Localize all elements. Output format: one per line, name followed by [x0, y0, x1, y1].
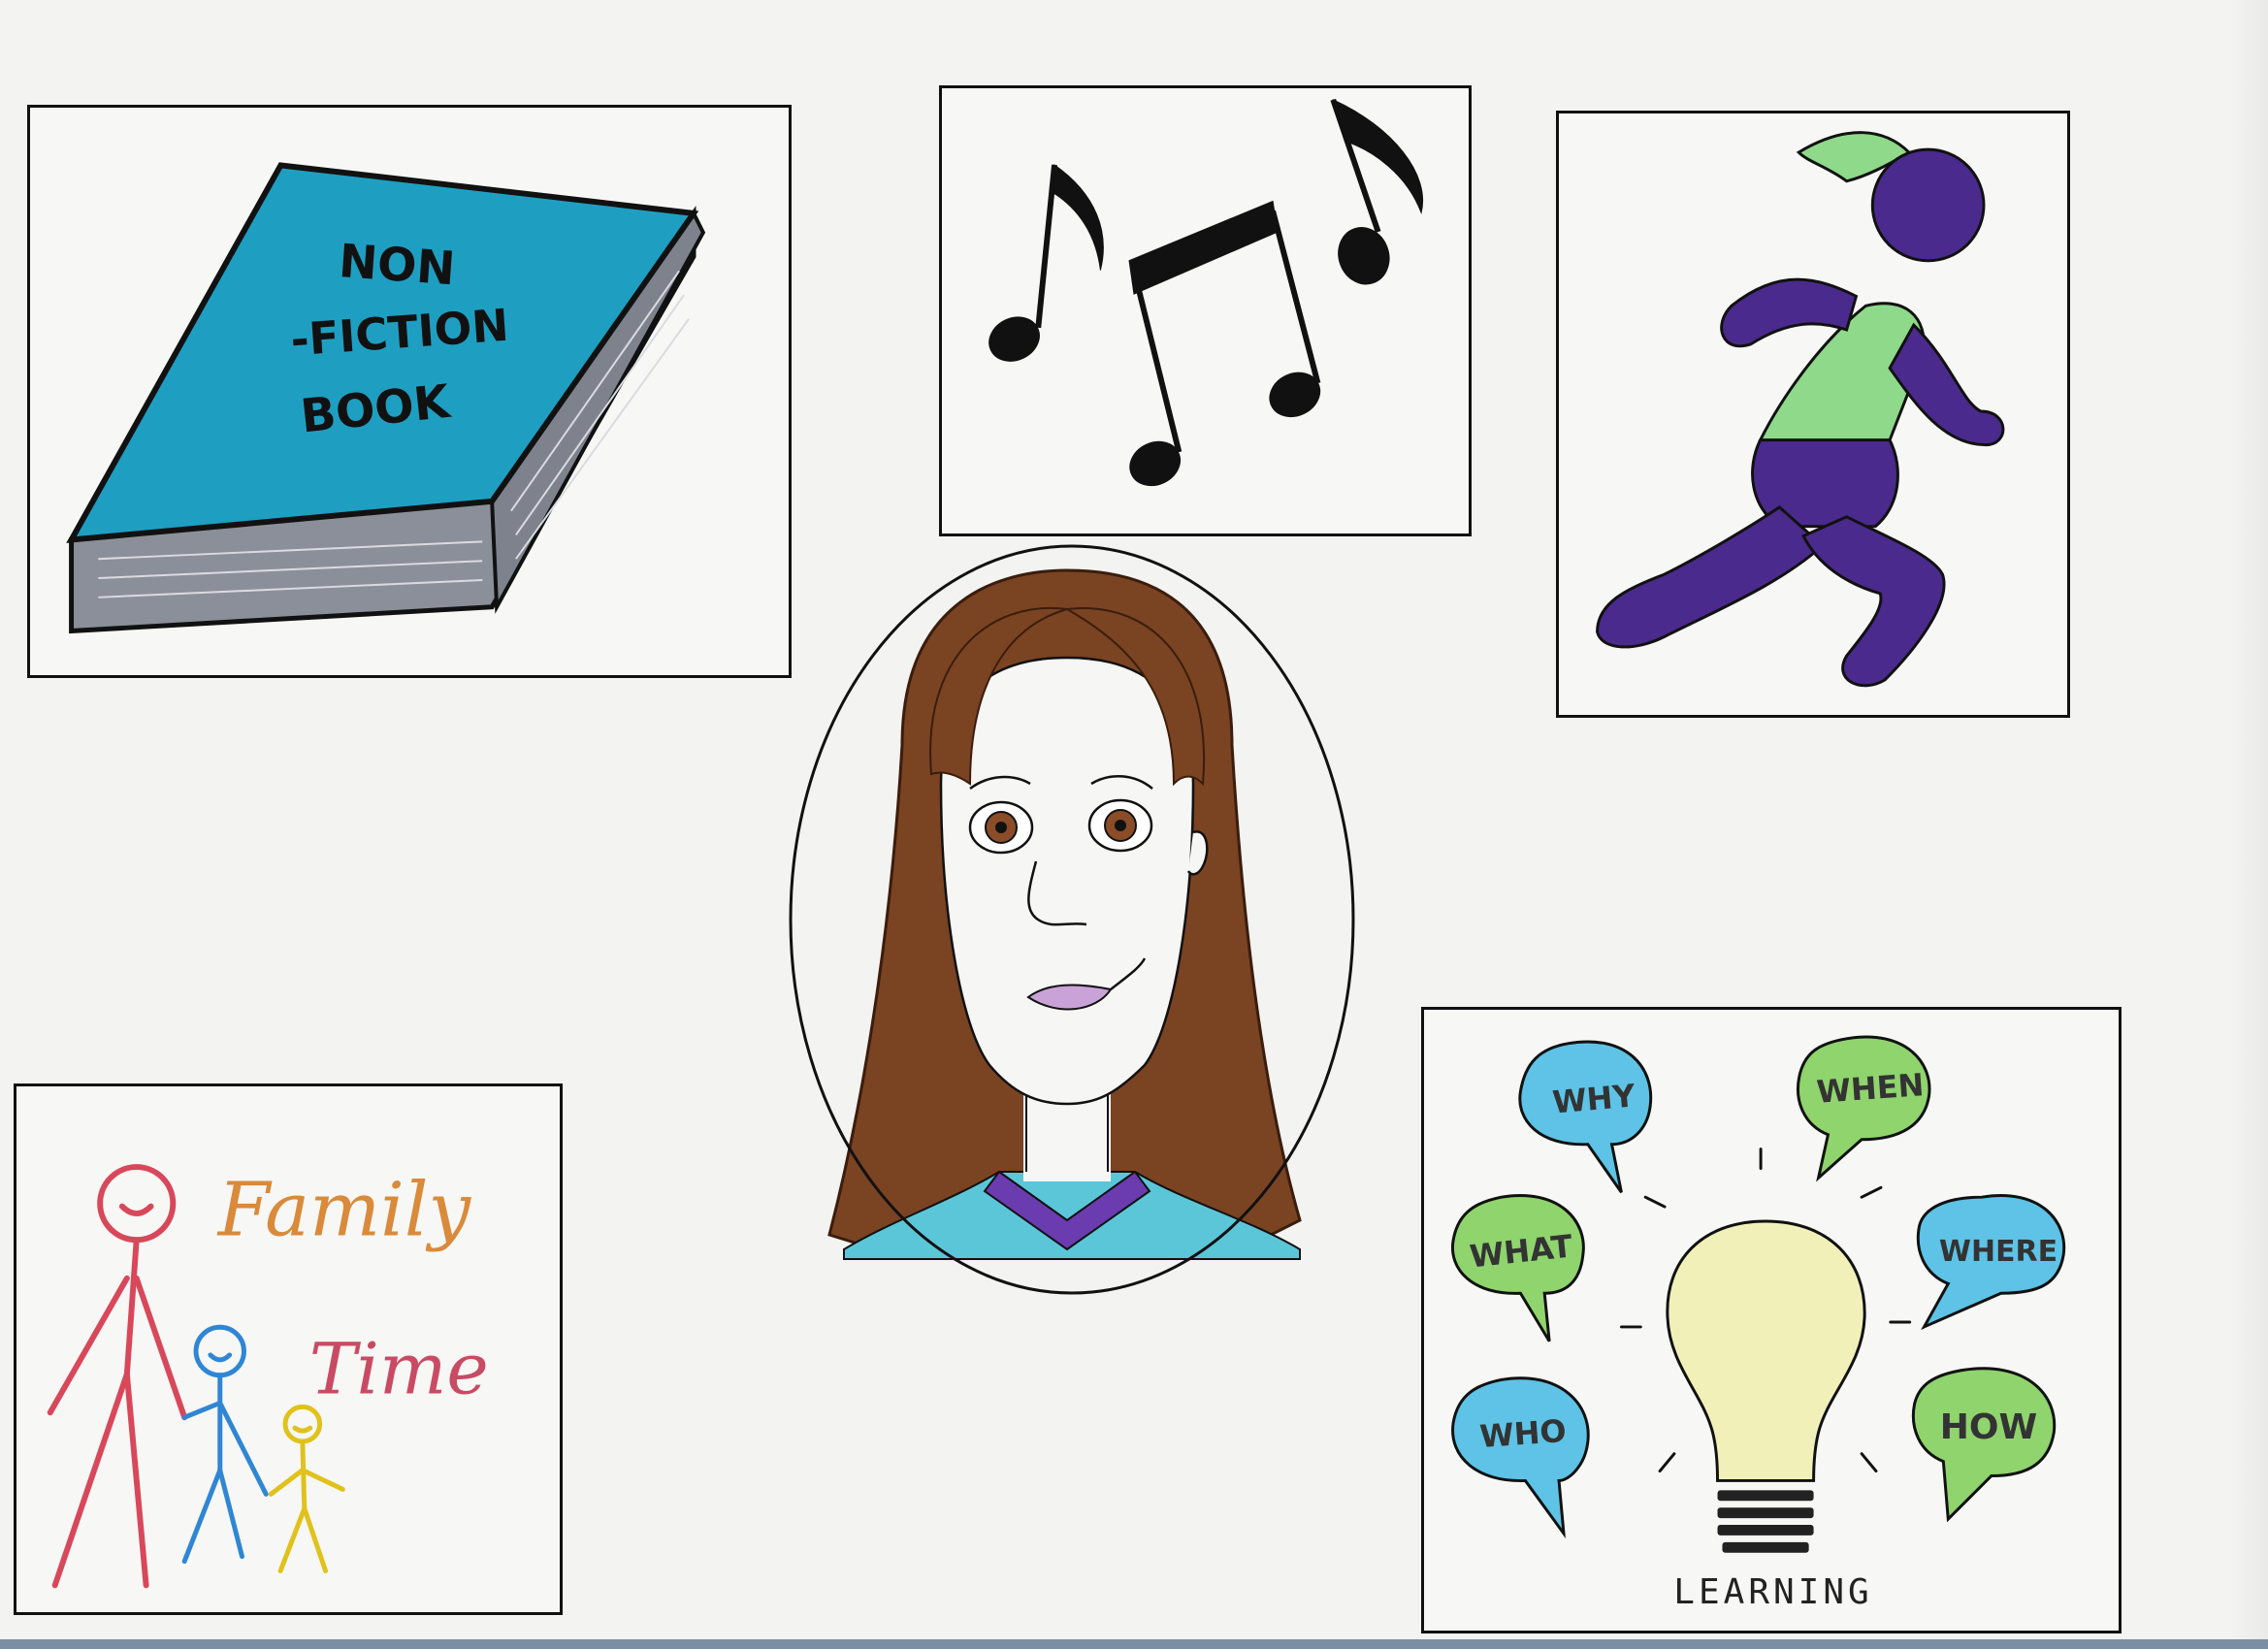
book-panel: NON -FICTION BOOK — [27, 105, 792, 678]
learning-lightbulb-illustration — [1450, 1035, 2066, 1553]
bubble-label-when: WHEN — [1815, 1066, 1926, 1111]
music-notes-icon — [988, 98, 1423, 487]
book-title-line1: NON — [338, 235, 457, 296]
learning-panel: WHY WHEN WHAT WHERE WHO HOW LEARNING — [1421, 1007, 2122, 1633]
bubble-label-why: WHY — [1550, 1077, 1637, 1121]
drawing-sheet: NON -FICTION BOOK Family Time WHY WHEN W… — [0, 0, 2268, 1649]
scanner-border — [0, 1639, 2268, 1649]
paper-edge-shadow — [2229, 0, 2268, 1649]
runner-icon — [1596, 131, 2005, 688]
girl-face-illustration — [789, 544, 1355, 1295]
bubble-label-who: WHO — [1478, 1411, 1568, 1456]
family-time-panel: Family Time — [14, 1083, 563, 1615]
portrait-of-girl — [776, 541, 1358, 1298]
family-word: Family — [216, 1166, 472, 1253]
family-stick-figures: Family Time — [47, 1164, 489, 1589]
time-word: Time — [309, 1328, 489, 1410]
bubble-label-how: HOW — [1939, 1407, 2038, 1447]
music-panel — [939, 85, 1472, 536]
book-illustration: NON -FICTION BOOK — [66, 162, 706, 634]
runner-panel — [1556, 111, 2070, 718]
bubble-who — [1451, 1376, 1590, 1539]
bubble-label-where: WHERE — [1938, 1235, 2058, 1269]
learning-caption: LEARNING — [1673, 1572, 1873, 1612]
